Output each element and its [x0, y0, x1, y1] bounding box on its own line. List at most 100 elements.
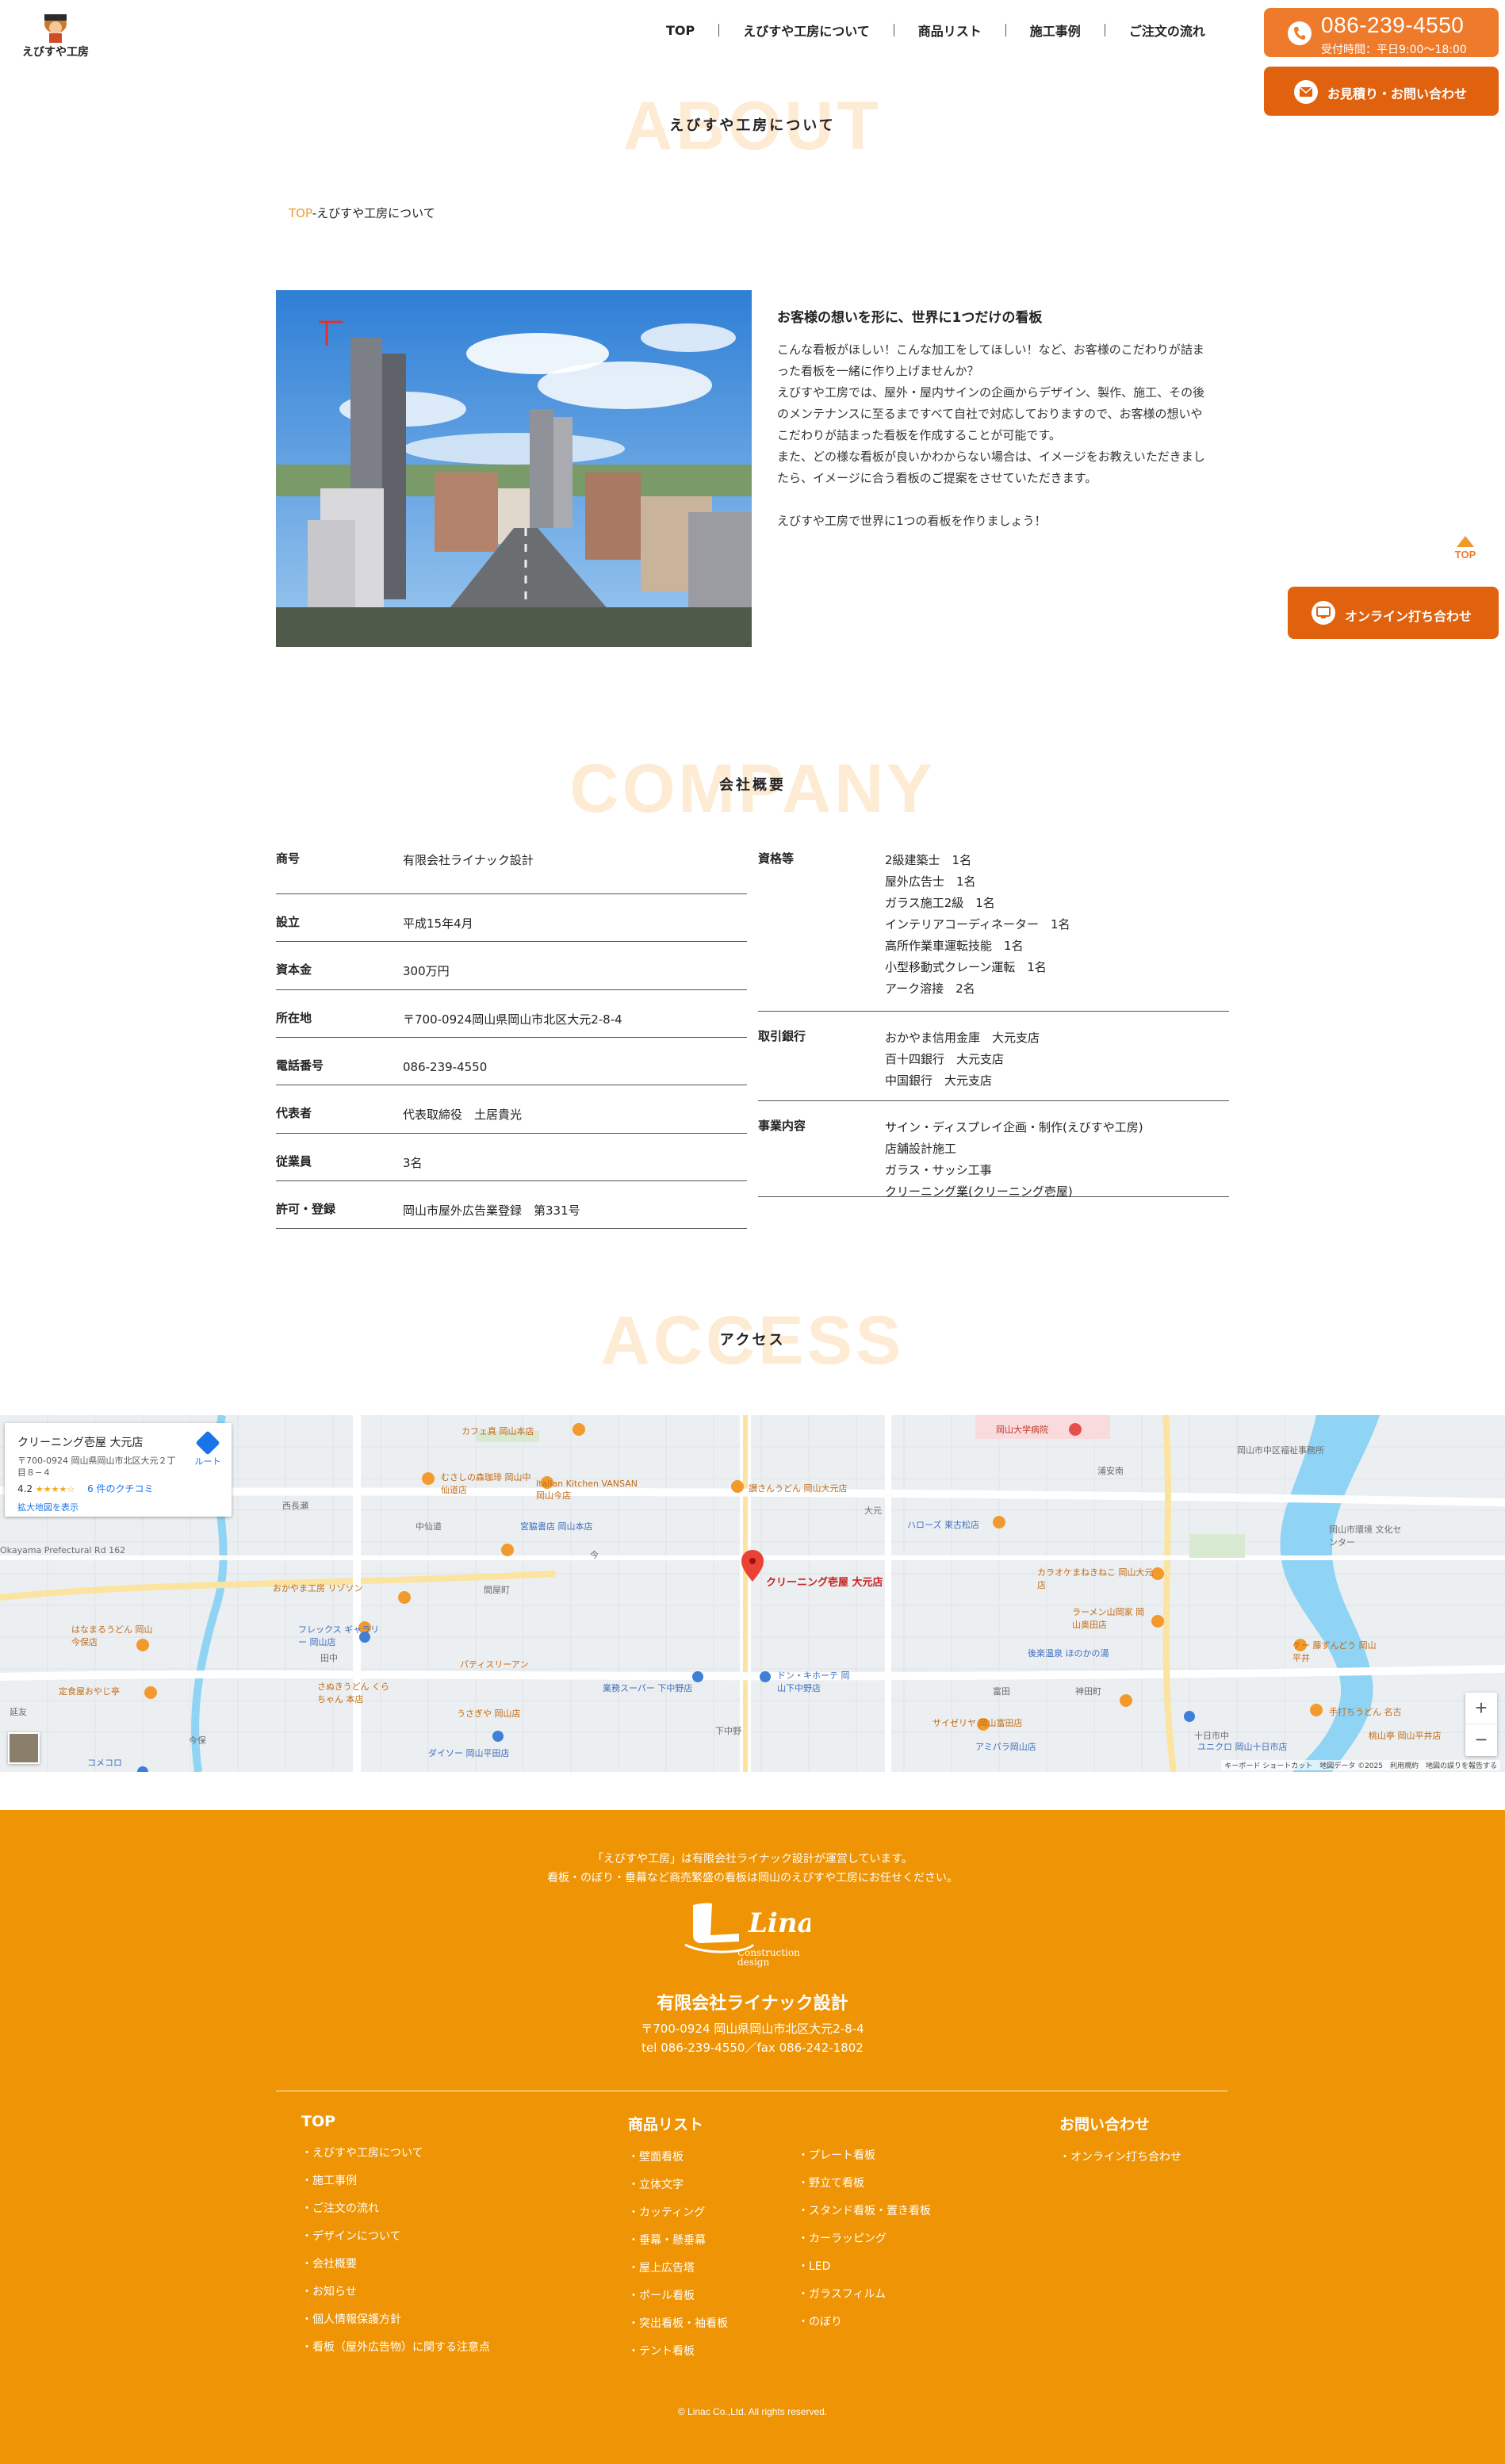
nav-about[interactable]: えびすや工房について [743, 21, 870, 40]
street-view-icon[interactable] [8, 1732, 40, 1764]
access-title: アクセス [719, 1332, 786, 1349]
map-label: 後楽温泉 ほのかの湯 [1028, 1648, 1109, 1659]
table-row: 取引銀行 おかやま信用金庫 大元支店 百十四銀行 大元支店 中国銀行 大元支店 [758, 1012, 1229, 1101]
linac-logo[interactable]: Linac Construction design [684, 1897, 832, 1969]
footer-link[interactable]: 立体文字 [628, 2171, 728, 2199]
map-rating: 4.2 ★★★★☆ 6 件のクチコミ [17, 1482, 154, 1495]
business-item: サイン・ディスプレイ企画・制作(えびすや工房) [885, 1120, 1143, 1134]
site-footer: 「えびすや工房」は有限会社ライナック設計が運営しています。 看板・のぼり・垂幕な… [0, 1810, 1505, 2464]
online-meeting-label: オンライン打ち合わせ [1345, 609, 1472, 624]
nav-works[interactable]: 施工事例 [1030, 21, 1081, 40]
phone-icon [1288, 21, 1312, 45]
page-top-label: TOP [1454, 549, 1476, 561]
footer-link[interactable]: カッティング [628, 2199, 728, 2227]
nav-flow[interactable]: ご注文の流れ [1129, 21, 1205, 40]
footer-col-title[interactable]: TOP [301, 2113, 490, 2130]
zoom-out-button[interactable]: − [1465, 1724, 1497, 1756]
footer-link[interactable]: 野立て看板 [798, 2170, 931, 2198]
about-title: えびすや工房について [669, 117, 836, 134]
nav-top[interactable]: TOP [666, 23, 695, 38]
row-key: 取引銀行 [758, 1029, 806, 1043]
footer-link[interactable]: ポール看板 [628, 2282, 728, 2310]
footer-link[interactable]: オンライン打ち合わせ [1059, 2144, 1181, 2171]
map-label: さぬきうどん くらちゃん 本店 [317, 1682, 390, 1705]
footer-link[interactable]: 突出看板・袖看板 [628, 2310, 728, 2338]
map-label: 手打ちうどん 名古 [1329, 1707, 1402, 1717]
footer-col-products-2: プレート看板 野立て看板 スタンド看板・置き看板 カーラッピング LED ガラス… [798, 2142, 931, 2336]
footer-link[interactable]: デザインについて [301, 2223, 490, 2251]
footer-telfax: tel 086-239-4550／fax 086-242-1802 [641, 2041, 864, 2055]
table-row: 代表者 代表取締役 土居貴光 [276, 1085, 747, 1134]
nav-divider [1005, 24, 1006, 36]
map-place-address: 〒700-0924 岡山県岡山市北区大元２丁目８−４ [17, 1456, 176, 1478]
row-value: おかやま信用金庫 大元支店 百十四銀行 大元支店 中国銀行 大元支店 [885, 1027, 1229, 1100]
row-key: 代表者 [276, 1106, 312, 1120]
footer-col-title[interactable]: お問い合わせ [1059, 2113, 1181, 2134]
footer-link[interactable]: ご注文の流れ [301, 2195, 490, 2223]
zoom-in-button[interactable]: + [1465, 1693, 1497, 1724]
about-heading: お客様の想いを形に、世界に1つだけの看板 [777, 310, 1043, 326]
map-enlarge-link[interactable]: 拡大地図を表示 [17, 1501, 79, 1513]
table-row: 従業員 3名 [276, 1134, 747, 1181]
table-row: 資本金 300万円 [276, 942, 747, 990]
site-logo[interactable]: えびすや工房 [14, 6, 97, 60]
footer-link[interactable]: テント看板 [628, 2338, 728, 2366]
map-label: 定食屋おやじ亭 [59, 1686, 120, 1697]
map-label: コメコロ [87, 1758, 122, 1768]
google-map[interactable]: クリーニング壱屋 大元店 カフェ真 岡山本店 むさしの森珈琲 岡山中仙道店 It… [0, 1415, 1505, 1772]
row-value: 岡山市屋外広告業登録 第331号 [403, 1203, 580, 1218]
footer-link[interactable]: ガラスフィルム [798, 2281, 931, 2309]
map-label: パティスリーアン [460, 1659, 529, 1670]
footer-link[interactable]: 壁面看板 [628, 2144, 728, 2171]
footer-link[interactable]: のぼり [798, 2309, 931, 2336]
map-label: おかやま工房 リゾソン [273, 1583, 363, 1594]
map-label: 岡山市環境 文化センター [1329, 1525, 1402, 1548]
map-label: 富田 [993, 1686, 1010, 1697]
footer-link[interactable]: 屋上広告塔 [628, 2255, 728, 2282]
main-nav: TOP えびすや工房について 商品リスト 施工事例 ご注文の流れ [666, 21, 1205, 40]
footer-link[interactable]: カーラッピング [798, 2225, 931, 2253]
city-photo [276, 290, 752, 647]
footer-link[interactable]: プレート看板 [798, 2142, 931, 2170]
qualification-item: 高所作業車運転技能 1名 [885, 939, 1024, 953]
phone-number: 086-239-4550 [1321, 13, 1465, 37]
footer-link[interactable]: スタンド看板・置き看板 [798, 2198, 931, 2225]
map-reviews-link[interactable]: 6 件のクチコミ [87, 1483, 153, 1494]
footer-link[interactable]: お知らせ [301, 2278, 490, 2306]
qualification-item: 2級建築士 1名 [885, 853, 972, 867]
footer-link[interactable]: えびすや工房について [301, 2140, 490, 2167]
about-body: こんな看板がほしい！こんな加工をしてほしい！など、お客様のこだわりが詰まった看板… [777, 339, 1205, 532]
footer-link[interactable]: 垂幕・懸垂幕 [628, 2227, 728, 2255]
footer-lead-line: 「えびすや工房」は有限会社ライナック設計が運営しています。 [592, 1853, 913, 1865]
map-label: フレックス ギャラリー 岡山店 [298, 1624, 380, 1647]
footer-link[interactable]: 看板（屋外広告物）に関する注意点 [301, 2334, 490, 2362]
map-label: 讃さんうどん 岡山大元店 [749, 1483, 848, 1494]
breadcrumb-top-link[interactable]: TOP [289, 206, 312, 220]
online-meeting-button[interactable]: オンライン打ち合わせ [1288, 587, 1499, 639]
nav-products[interactable]: 商品リスト [918, 21, 982, 40]
map-label: 今 [590, 1550, 599, 1560]
footer-col-title[interactable]: 商品リスト [628, 2113, 728, 2134]
phone-hours: 受付時間：平日9:00〜18:00 [1321, 44, 1467, 56]
map-label: サイゼリヤ 岡山富田店 [932, 1718, 1023, 1728]
footer-link[interactable]: 会社概要 [301, 2251, 490, 2278]
footer-link[interactable]: 個人情報保護方針 [301, 2306, 490, 2334]
map-label: 岡山大学病院 [996, 1425, 1048, 1435]
map-label: アミパラ岡山店 [975, 1742, 1036, 1752]
footer-link[interactable]: 施工事例 [301, 2167, 490, 2195]
row-key: 電話番号 [276, 1058, 324, 1073]
row-value: 有限会社ライナック設計 [403, 853, 534, 867]
map-route-button[interactable]: ルート [189, 1430, 227, 1467]
page-top-button[interactable]: TOP [1451, 536, 1480, 561]
map-label: カフェ真 岡山本店 [461, 1426, 534, 1437]
phone-button[interactable]: 086-239-4550 受付時間：平日9:00〜18:00 [1264, 8, 1499, 57]
row-key: 設立 [276, 915, 301, 929]
bank-item: 中国銀行 大元支店 [885, 1073, 993, 1088]
about-paragraph: また、どの様な看板が良いかわからない場合は、イメージをお教えいただきましたら、イ… [777, 450, 1205, 485]
map-rating-value: 4.2 [17, 1483, 33, 1494]
breadcrumb: TOP-えびすや工房について [289, 205, 435, 221]
company-table-left: 商号 有限会社ライナック設計 設立 平成15年4月 資本金 300万円 所在地 〒700… [276, 847, 747, 1229]
row-key: 商号 [276, 851, 301, 866]
footer-link[interactable]: LED [798, 2253, 931, 2281]
map-attribution[interactable]: キーボード ショートカット 地図データ ©2025 利用規約 地図の誤りを報告す… [1221, 1760, 1500, 1770]
